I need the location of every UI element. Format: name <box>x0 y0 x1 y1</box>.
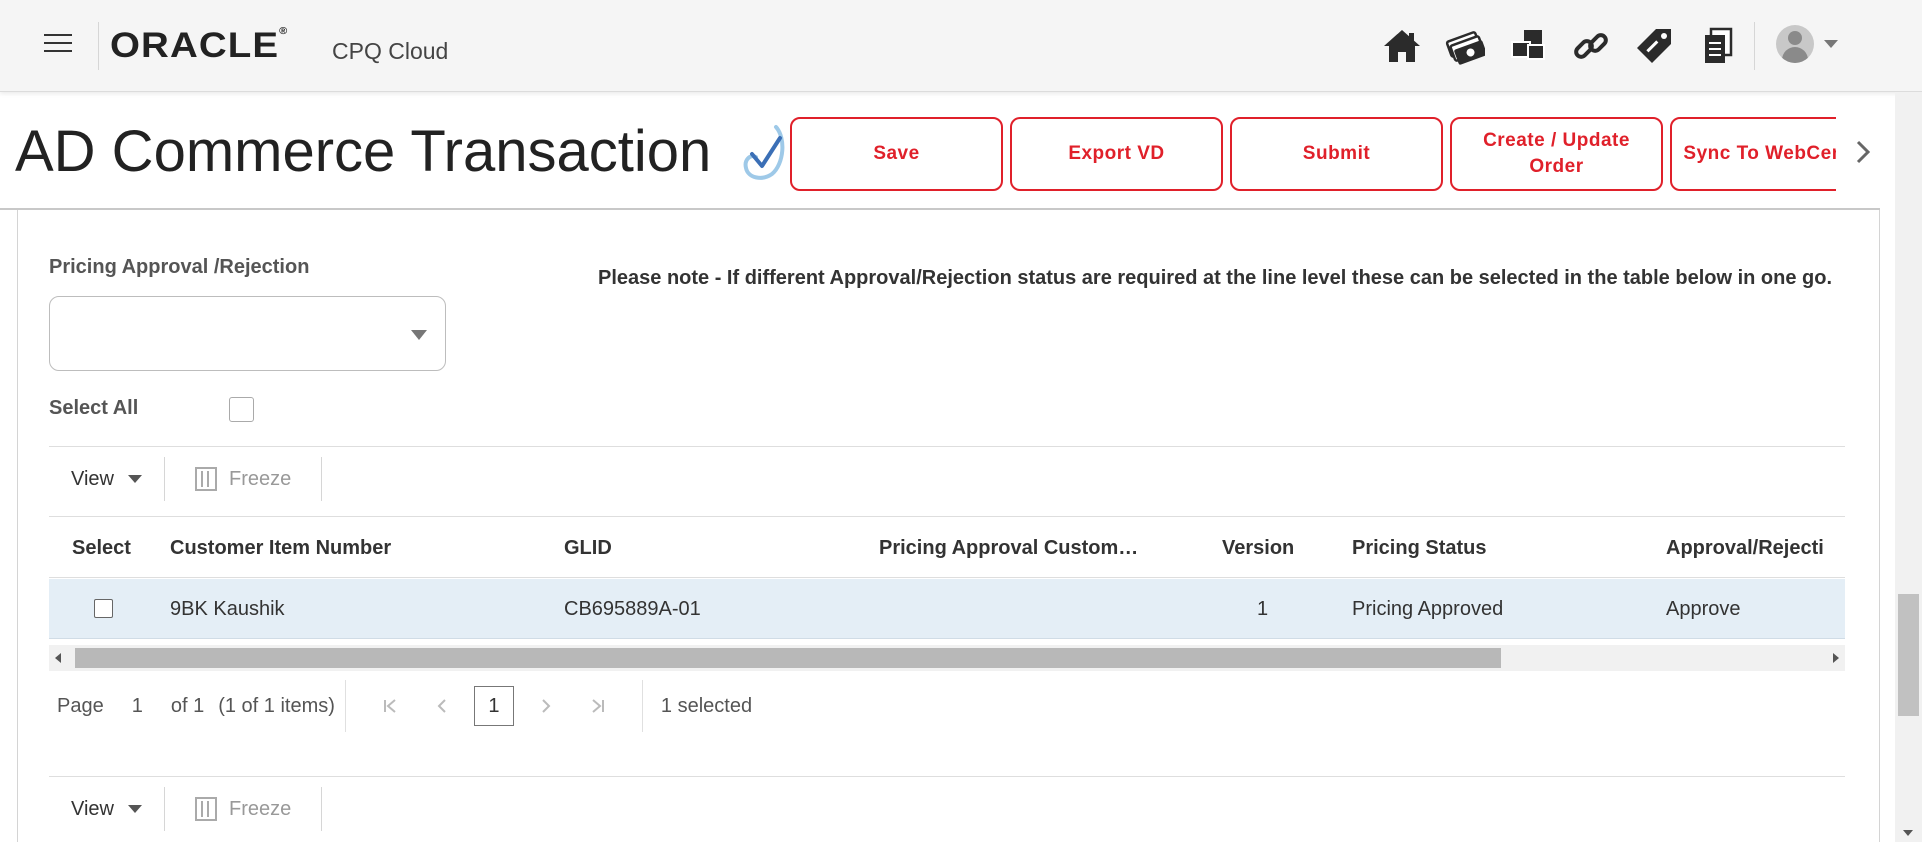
scroll-down-icon[interactable] <box>1903 830 1913 836</box>
column-header-pricing-status[interactable]: Pricing Status <box>1352 518 1486 578</box>
pricing-approval-label: Pricing Approval /Rejection <box>49 256 310 278</box>
divider <box>344 680 346 732</box>
nav-icon-bar <box>1370 22 1748 70</box>
chevron-down-icon <box>128 475 142 483</box>
column-header-version[interactable]: Version <box>1222 518 1294 578</box>
freeze-label: Freeze <box>229 797 292 820</box>
divider <box>98 22 99 70</box>
divider <box>49 516 1845 517</box>
freeze-label: Freeze <box>229 467 292 490</box>
cell-glid: CB695889A-01 <box>564 598 701 620</box>
view-label: View <box>71 467 114 490</box>
current-page-button[interactable]: 1 <box>473 686 514 726</box>
select-all-checkbox[interactable] <box>229 397 254 422</box>
chevron-down-icon <box>1824 40 1838 48</box>
scrollbar-thumb[interactable] <box>75 648 1501 668</box>
freeze-icon <box>195 797 217 821</box>
view-label: View <box>71 797 114 820</box>
export-vd-button[interactable]: Export VD <box>1010 117 1223 191</box>
create-update-order-button[interactable]: Create / Update Order <box>1450 117 1663 191</box>
chevron-down-icon <box>411 330 427 340</box>
divider <box>49 446 1845 447</box>
view-menu[interactable]: View <box>49 787 164 831</box>
cell-pricing-status: Pricing Approved <box>1352 598 1504 620</box>
page-label: Page <box>57 694 104 717</box>
line-items-table: Select Customer Item Number GLID Pricing… <box>49 518 1845 640</box>
checkmark-icon <box>743 125 785 180</box>
divider <box>49 776 1845 777</box>
freeze-button[interactable]: Freeze <box>165 457 321 501</box>
divider <box>321 457 323 501</box>
column-header-approval-rejection[interactable]: Approval/Rejecti <box>1666 518 1845 578</box>
select-all-label: Select All <box>49 397 139 419</box>
cell-version: 1 <box>1257 598 1269 620</box>
cell-customer-item-number: 9BK Kaushik <box>170 598 285 620</box>
last-page-icon[interactable] <box>572 686 624 726</box>
divider <box>321 787 323 831</box>
scrollbar-thumb[interactable] <box>1898 594 1919 716</box>
column-header-select[interactable]: Select <box>72 518 131 578</box>
scroll-right-icon[interactable] <box>1833 653 1839 663</box>
user-menu[interactable] <box>1776 22 1846 66</box>
column-header-customer-item-number[interactable]: Customer Item Number <box>170 518 391 578</box>
column-header-glid[interactable]: GLID <box>564 518 612 578</box>
hamburger-menu-icon[interactable] <box>44 34 72 54</box>
approval-note: Please note - If different Approval/Reje… <box>598 267 1833 289</box>
product-name: CPQ Cloud <box>332 38 449 64</box>
top-bar: ORACLE® CPQ Cloud <box>0 0 1922 92</box>
money-icon[interactable] <box>1433 22 1496 70</box>
page-count: of 1 <box>170 694 205 717</box>
divider <box>1754 22 1755 70</box>
selected-count: 1 selected <box>660 694 753 717</box>
items-count: (1 of 1 items) <box>218 694 335 717</box>
home-icon[interactable] <box>1370 22 1433 70</box>
logo-mark: ® <box>279 26 288 37</box>
first-page-icon[interactable] <box>364 686 416 726</box>
vertical-scrollbar[interactable] <box>1895 92 1922 842</box>
documents-icon[interactable] <box>1685 22 1748 70</box>
table-row[interactable]: 9BK Kaushik CB695889A-01 1 Pricing Appro… <box>49 579 1845 639</box>
app-window: ORACLE® CPQ Cloud AD Commerce Transactio… <box>0 0 1922 842</box>
page-title: AD Commerce Transaction <box>15 119 712 184</box>
previous-page-icon[interactable] <box>416 686 468 726</box>
tag-icon[interactable] <box>1622 22 1685 70</box>
cell-approval: Approve <box>1666 598 1741 620</box>
pagination: Page 1 of 1 (1 of 1 items) 1 1 selected <box>49 678 752 734</box>
scroll-left-icon[interactable] <box>55 653 61 663</box>
chevron-right-icon[interactable] <box>1850 134 1876 170</box>
pricing-approval-select[interactable] <box>49 296 446 371</box>
table-toolbar-secondary: View Freeze <box>49 778 323 840</box>
view-menu[interactable]: View <box>49 457 164 501</box>
page-number: 1 <box>131 694 143 717</box>
link-icon[interactable] <box>1559 22 1622 70</box>
save-button[interactable]: Save <box>790 117 1003 191</box>
table-header-row: Select Customer Item Number GLID Pricing… <box>49 518 1845 578</box>
table-toolbar: View Freeze <box>49 448 323 510</box>
horizontal-scrollbar[interactable] <box>49 645 1845 671</box>
oracle-logo: ORACLE® <box>110 26 287 66</box>
boxes-icon[interactable] <box>1496 22 1559 70</box>
avatar <box>1776 25 1814 63</box>
row-select-checkbox[interactable] <box>94 599 113 618</box>
logo-text: ORACLE <box>110 26 280 65</box>
chevron-down-icon <box>128 805 142 813</box>
submit-button[interactable]: Submit <box>1230 117 1443 191</box>
sync-to-webcenter-button[interactable]: Sync To WebCenter <box>1670 117 1836 191</box>
freeze-icon <box>195 467 217 491</box>
freeze-button[interactable]: Freeze <box>165 787 321 831</box>
next-page-icon[interactable] <box>520 686 572 726</box>
column-header-pricing-approval-custom[interactable]: Pricing Approval Custom… <box>879 518 1169 578</box>
action-button-bar: Save Export VD Submit Create / Update Or… <box>790 117 1836 191</box>
divider <box>641 680 643 732</box>
